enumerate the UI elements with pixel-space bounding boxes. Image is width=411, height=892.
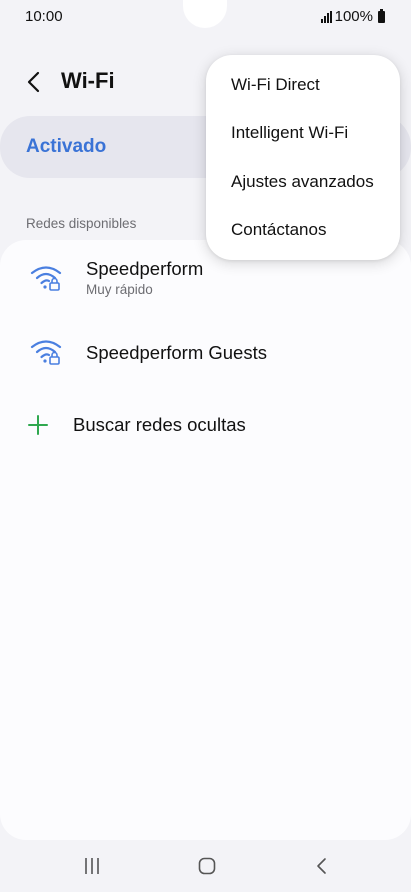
networks-list: [0, 240, 411, 840]
back-arrow-icon[interactable]: [24, 70, 44, 94]
status-time: 10:00: [25, 8, 63, 25]
nav-back-icon[interactable]: [314, 857, 328, 875]
network-speed: Muy rápido: [86, 282, 153, 297]
wifi-lock-icon: [30, 266, 62, 291]
network-item-speedperform-guests[interactable]: Speedperform Guests: [0, 334, 411, 396]
menu-item-intelligent-wifi[interactable]: Intelligent Wi-Fi: [231, 123, 348, 143]
network-name: Speedperform: [86, 258, 204, 279]
menu-item-contact-us[interactable]: Contáctanos: [231, 220, 326, 240]
camera-notch: [183, 0, 227, 28]
screen: 10:00 100% Wi-Fi Activado Redes disponib…: [0, 0, 411, 892]
wifi-lock-icon: [30, 340, 62, 365]
menu-item-advanced-settings[interactable]: Ajustes avanzados: [231, 172, 374, 192]
menu-item-wifi-direct[interactable]: Wi-Fi Direct: [231, 75, 320, 95]
battery-icon: [378, 8, 385, 23]
status-bar: 10:00 100%: [0, 0, 411, 36]
battery-percent: 100%: [334, 8, 373, 25]
available-networks-label: Redes disponibles: [26, 216, 137, 231]
home-icon[interactable]: [198, 857, 216, 875]
signal-icon: [320, 10, 332, 23]
network-name: Speedperform Guests: [86, 342, 267, 363]
navigation-bar: [0, 840, 411, 892]
wifi-toggle-label: Activado: [26, 136, 107, 157]
add-hidden-network-button[interactable]: Buscar redes ocultas: [73, 414, 246, 436]
recent-apps-icon[interactable]: [83, 857, 101, 875]
status-right: 100%: [320, 8, 385, 25]
page-title: Wi-Fi: [61, 68, 115, 93]
overflow-menu: Wi-Fi Direct Intelligent Wi-Fi Ajustes a…: [206, 55, 400, 260]
plus-icon[interactable]: [27, 414, 49, 436]
